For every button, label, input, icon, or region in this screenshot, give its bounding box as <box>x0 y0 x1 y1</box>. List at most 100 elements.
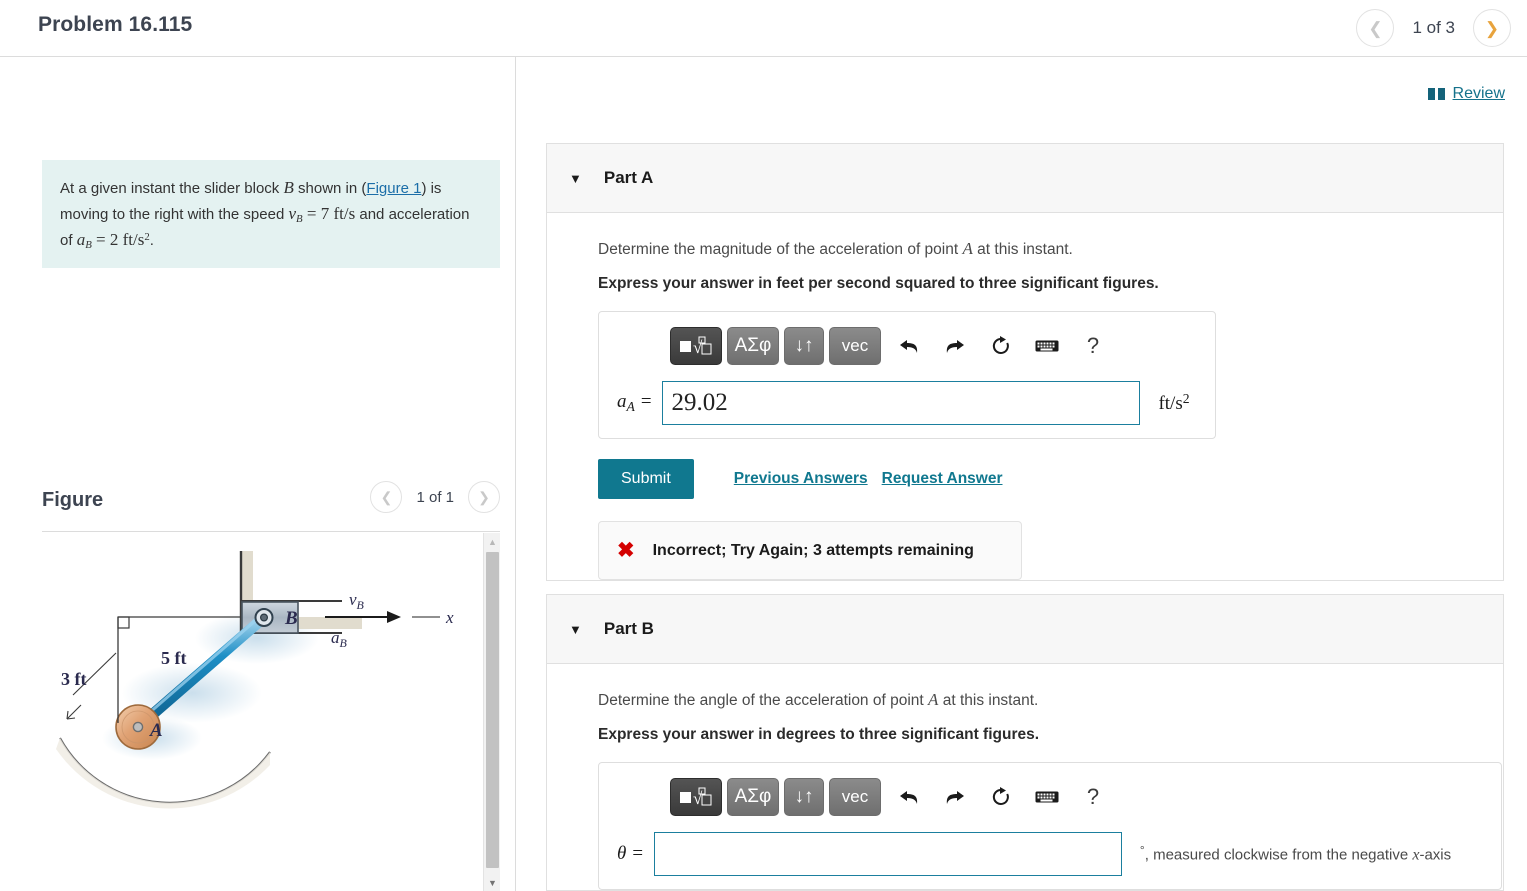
problem-pager-count: 1 of 3 <box>1412 18 1455 37</box>
figure-scrollbar[interactable]: ▲ ▼ <box>483 533 500 891</box>
part-a-field-sub: A <box>626 398 635 414</box>
part-b-instruction: Express your answer in degrees to three … <box>598 726 1040 743</box>
figure-next-button[interactable]: ❯ <box>468 481 500 513</box>
part-a-feedback: ✖ Incorrect; Try Again; 3 attempts remai… <box>598 521 1022 580</box>
part-b-card: ▼ Part B Determine the angle of the acce… <box>546 594 1504 891</box>
greek-symbols-button[interactable]: ΑΣφ <box>727 327 779 365</box>
book-icon <box>1427 87 1445 101</box>
figure-prev-button[interactable]: ❮ <box>370 481 403 513</box>
statement-eq-2: = 2 <box>91 230 123 250</box>
greek-symbols-label: ΑΣφ <box>734 786 772 807</box>
review-link[interactable]: Review <box>1453 85 1505 103</box>
reset-icon[interactable] <box>978 327 1024 365</box>
part-b-label: Part B <box>603 619 654 638</box>
problem-next-button[interactable]: ❯ <box>1473 9 1511 47</box>
previous-answers-link[interactable]: Previous Answers <box>734 470 868 488</box>
redo-icon[interactable] <box>932 327 978 365</box>
part-a-math-toolbar: √ ΑΣφ ↓↑ vec ? <box>599 325 1215 367</box>
keyboard-icon[interactable] <box>1024 778 1070 816</box>
part-b-unit: °, measured clockwise from the negative … <box>1140 843 1451 864</box>
part-b-unit-tail-b: -axis <box>1419 846 1452 864</box>
figure-pager-count: 1 of 1 <box>416 488 454 506</box>
vector-button[interactable]: vec <box>829 327 881 365</box>
template-sqrt-button[interactable]: √ <box>670 778 722 816</box>
part-a-question-pre: Determine the magnitude of the accelerat… <box>598 241 963 258</box>
greek-symbols-button[interactable]: ΑΣφ <box>727 778 779 816</box>
figure-1-link[interactable]: Figure 1 <box>366 180 421 197</box>
scroll-down-arrow-icon[interactable]: ▼ <box>484 874 501 891</box>
scroll-up-arrow-icon[interactable]: ▲ <box>484 533 501 550</box>
figure-title: Figure <box>42 489 104 511</box>
statement-unit-1: ft/s <box>333 203 356 223</box>
request-answer-link[interactable]: Request Answer <box>882 470 1003 488</box>
part-a-header[interactable]: ▼ Part A <box>547 144 1503 213</box>
review-row[interactable]: Review <box>1427 85 1505 103</box>
part-a-answer-input[interactable] <box>662 381 1141 425</box>
top-bar: Problem 16.115 ❮ 1 of 3 ❯ <box>0 0 1527 57</box>
part-a-answer-box: √ ΑΣφ ↓↑ vec ? aA = 29.02 ft/s2 <box>598 311 1216 439</box>
part-a-field-label: aA = <box>617 391 652 415</box>
statement-vb-sub: B <box>296 212 303 225</box>
part-b-field-row: θ = °, measured clockwise from the negat… <box>599 818 1501 876</box>
figure-label-radius: 3 ft <box>61 669 87 689</box>
right-panel: Review ▼ Part A Determine the magnitude … <box>517 57 1527 891</box>
figure-label-rod-length: 5 ft <box>161 648 187 668</box>
problem-statement: At a given instant the slider block B sh… <box>42 160 500 268</box>
updown-arrows-label: ↓↑ <box>794 335 814 356</box>
help-icon[interactable]: ? <box>1070 327 1116 365</box>
keyboard-icon[interactable] <box>1024 327 1070 365</box>
help-icon[interactable]: ? <box>1070 778 1116 816</box>
greek-symbols-label: ΑΣφ <box>734 335 772 356</box>
submit-button[interactable]: Submit <box>598 459 694 499</box>
part-a-feedback-text: Incorrect; Try Again; 3 attempts remaini… <box>652 541 974 559</box>
part-b-question: Determine the angle of the acceleration … <box>598 690 1503 710</box>
problem-prev-button[interactable]: ❮ <box>1356 9 1395 47</box>
statement-text-4: moving to the right with the speed <box>60 205 289 223</box>
statement-unit-2: ft/s <box>122 230 145 250</box>
part-a-instruction: Express your answer in feet per second s… <box>598 275 1159 292</box>
part-b-header[interactable]: ▼ Part B <box>547 595 1503 664</box>
page-root: Problem 16.115 ❮ 1 of 3 ❯ At a given ins… <box>0 0 1527 891</box>
problem-pager: ❮ 1 of 3 ❯ <box>1356 9 1511 47</box>
help-glyph: ? <box>1086 784 1100 809</box>
help-glyph: ? <box>1086 333 1100 358</box>
statement-ab: a <box>76 230 86 250</box>
part-a-field-var: a <box>617 391 627 413</box>
chevron-right-icon: ❯ <box>1484 18 1500 38</box>
figure-label-point-a: A <box>149 720 163 741</box>
figure-viewport: B A 5 ft 3 ft vB aB x ▲ ▼ <box>42 531 500 891</box>
statement-eq-1: = 7 <box>302 203 334 223</box>
part-a-field-eq: = <box>634 391 653 413</box>
vector-label: vec <box>841 336 869 355</box>
page-title: Problem 16.115 <box>38 13 193 36</box>
undo-icon[interactable] <box>886 327 932 365</box>
updown-arrows-label: ↓↑ <box>794 786 814 807</box>
statement-text-3: ) is <box>421 180 442 197</box>
part-a-question: Determine the magnitude of the accelerat… <box>598 239 1503 259</box>
part-a-submit-row: Submit Previous Answers Request Answer <box>598 459 1503 499</box>
statement-ab-sub: B <box>85 239 92 252</box>
chevron-down-icon[interactable]: ▼ <box>569 171 582 186</box>
part-b-answer-input[interactable] <box>653 832 1122 876</box>
vector-button[interactable]: vec <box>829 778 881 816</box>
chevron-down-icon[interactable]: ▼ <box>569 622 582 637</box>
undo-icon[interactable] <box>886 778 932 816</box>
statement-vb: v <box>288 203 297 223</box>
updown-arrows-button[interactable]: ↓↑ <box>784 327 824 365</box>
part-a-field-row: aA = ft/s2 <box>599 367 1215 425</box>
redo-icon[interactable] <box>932 778 978 816</box>
figure-label-vb: vB <box>349 590 365 612</box>
reset-icon[interactable] <box>978 778 1024 816</box>
figure-label-point-b: B <box>284 608 298 629</box>
chevron-left-icon: ❮ <box>1368 18 1383 38</box>
part-b-math-toolbar: √ ΑΣφ ↓↑ vec ? <box>599 776 1501 818</box>
statement-text-2: shown in ( <box>293 180 367 197</box>
statement-var-b: B <box>283 178 294 197</box>
part-b-field-label: θ = <box>617 843 644 865</box>
part-b-field-var: θ <box>617 843 627 864</box>
template-sqrt-button[interactable]: √ <box>670 327 722 365</box>
updown-arrows-button[interactable]: ↓↑ <box>784 778 824 816</box>
scrollbar-thumb[interactable] <box>486 552 499 868</box>
part-a-body: Determine the magnitude of the accelerat… <box>547 213 1503 580</box>
part-a-unit: ft/s2 <box>1158 391 1189 415</box>
